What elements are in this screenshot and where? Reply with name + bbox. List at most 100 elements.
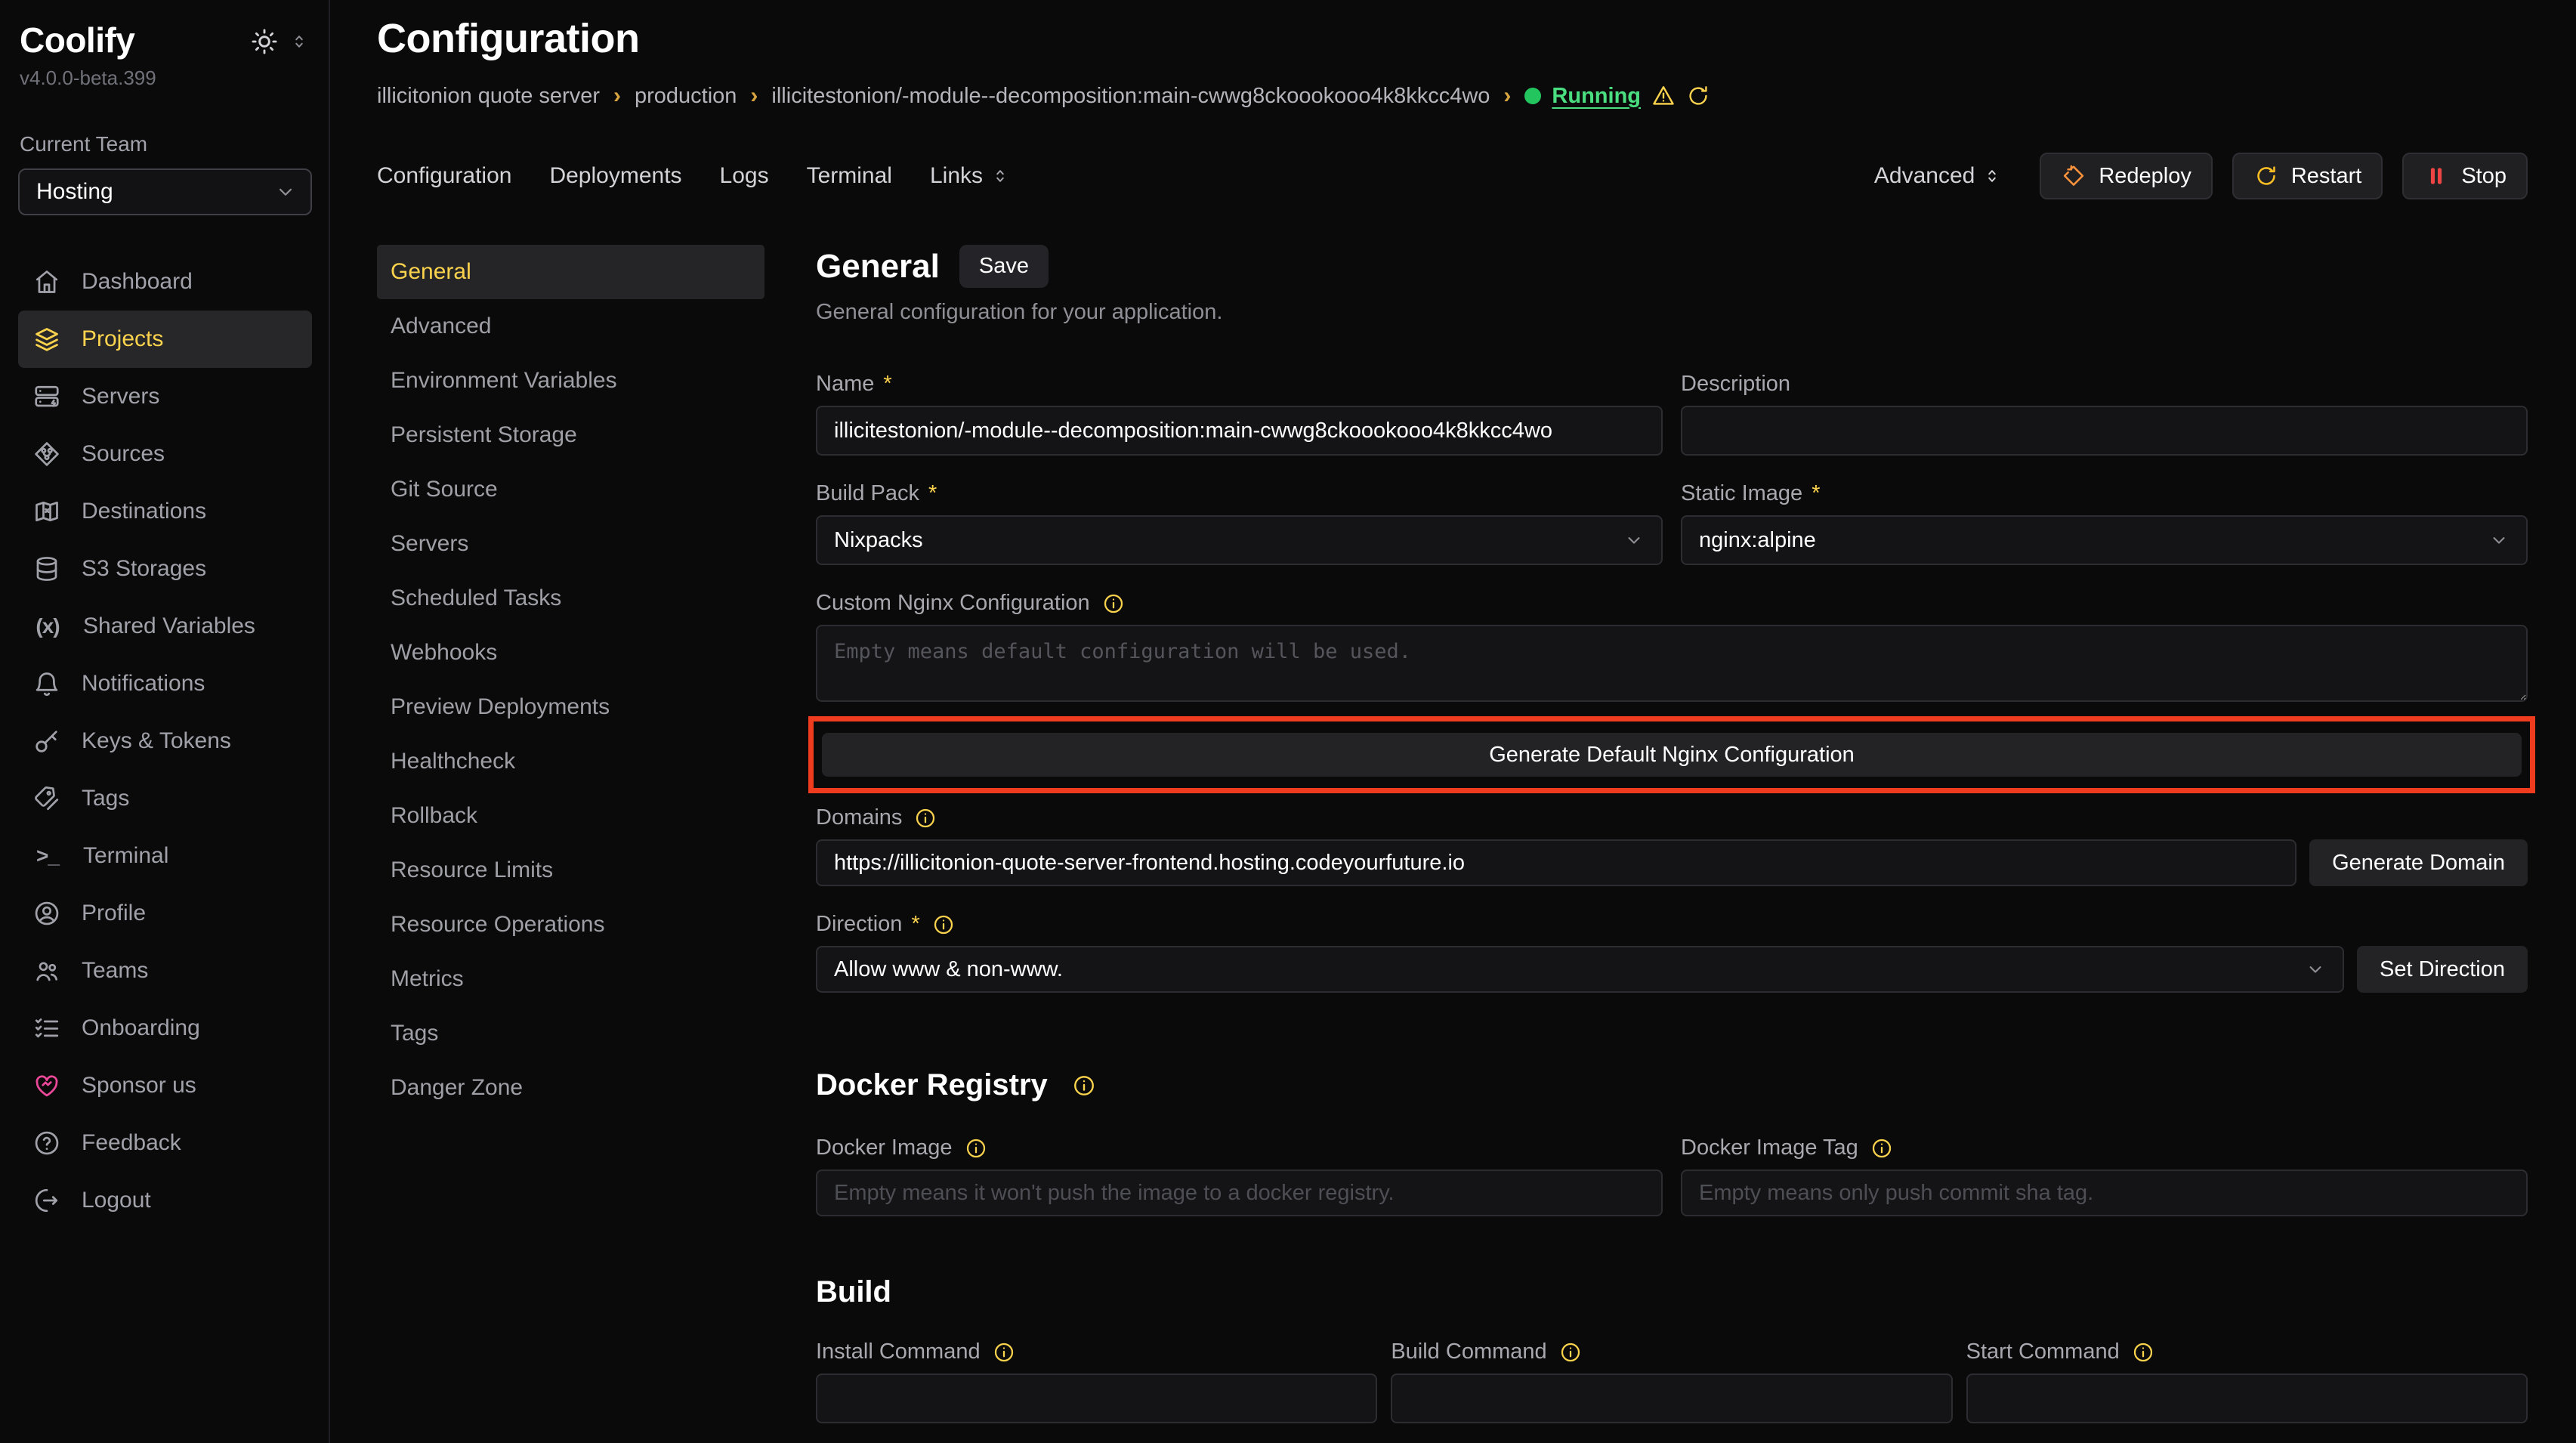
- team-select[interactable]: Hosting: [18, 168, 312, 215]
- static-image-select[interactable]: nginx:alpine: [1681, 515, 2528, 565]
- subnav-item-scheduled-tasks[interactable]: Scheduled Tasks: [377, 571, 764, 626]
- build-command-input[interactable]: [1391, 1373, 1952, 1423]
- build-pack-label: Build Pack: [816, 481, 919, 506]
- info-icon[interactable]: [2132, 1341, 2154, 1364]
- sidebar-item-sponsor-us[interactable]: Sponsor us: [18, 1057, 312, 1114]
- breadcrumb-application[interactable]: illicitestonion/-module--decomposition:m…: [771, 84, 1490, 109]
- breadcrumb-environment[interactable]: production: [635, 84, 737, 109]
- general-form: General Save General configuration for y…: [816, 245, 2528, 1443]
- theme-selector-icon[interactable]: [289, 32, 309, 51]
- subnav-item-rollback[interactable]: Rollback: [377, 789, 764, 843]
- tab-deployments[interactable]: Deployments: [549, 163, 681, 189]
- info-icon[interactable]: [1559, 1341, 1582, 1364]
- subnav-item-resource-limits[interactable]: Resource Limits: [377, 843, 764, 898]
- checklist-icon: [33, 1015, 60, 1042]
- domains-input[interactable]: [816, 839, 2296, 886]
- docker-image-input[interactable]: [816, 1170, 1663, 1216]
- sidebar-item-s3-storages[interactable]: S3 Storages: [18, 540, 312, 598]
- info-icon[interactable]: [1870, 1137, 1893, 1160]
- sidebar-item-tags[interactable]: Tags: [18, 770, 312, 827]
- redeploy-button[interactable]: Redeploy: [2040, 153, 2213, 199]
- section-heading-general: General: [816, 248, 940, 286]
- name-input[interactable]: [816, 406, 1663, 456]
- subnav-item-general[interactable]: General: [377, 245, 764, 299]
- restart-button[interactable]: Restart: [2232, 153, 2383, 199]
- info-icon[interactable]: [914, 807, 937, 830]
- generate-nginx-config-button[interactable]: Generate Default Nginx Configuration: [822, 733, 2522, 777]
- sidebar-item-profile[interactable]: Profile: [18, 885, 312, 942]
- sidebar-item-feedback[interactable]: Feedback: [18, 1114, 312, 1172]
- save-button[interactable]: Save: [959, 245, 1049, 288]
- info-icon[interactable]: [965, 1137, 987, 1160]
- subnav-item-persistent-storage[interactable]: Persistent Storage: [377, 408, 764, 462]
- subnav-item-git-source[interactable]: Git Source: [377, 462, 764, 517]
- refresh-icon[interactable]: [1686, 84, 1710, 108]
- set-direction-button[interactable]: Set Direction: [2357, 946, 2528, 993]
- subnav-item-preview-deployments[interactable]: Preview Deployments: [377, 680, 764, 734]
- sidebar-item-servers[interactable]: Servers: [18, 368, 312, 425]
- docker-image-tag-input[interactable]: [1681, 1170, 2528, 1216]
- sidebar-item-dashboard[interactable]: Dashboard: [18, 253, 312, 311]
- status-badge[interactable]: Running: [1552, 84, 1641, 109]
- subnav-item-danger-zone[interactable]: Danger Zone: [377, 1061, 764, 1115]
- info-icon[interactable]: [932, 913, 955, 936]
- sidebar-item-destinations[interactable]: Destinations: [18, 483, 312, 540]
- domains-label: Domains: [816, 805, 902, 830]
- generate-domain-button[interactable]: Generate Domain: [2309, 839, 2528, 886]
- breadcrumb-project[interactable]: illicitonion quote server: [377, 84, 600, 109]
- start-command-input[interactable]: [1966, 1373, 2528, 1423]
- sidebar-item-sources[interactable]: Sources: [18, 425, 312, 483]
- description-input[interactable]: [1681, 406, 2528, 456]
- sidebar-item-shared-variables[interactable]: (x) Shared Variables: [18, 598, 312, 655]
- chevrons-up-down-icon: [1982, 166, 2002, 186]
- chevrons-up-down-icon: [990, 166, 1010, 186]
- theme-sun-icon[interactable]: [250, 27, 279, 56]
- subnav-item-healthcheck[interactable]: Healthcheck: [377, 734, 764, 789]
- heart-icon: [33, 1072, 60, 1099]
- breadcrumb-separator: ›: [750, 83, 758, 109]
- main-content: Configuration illicitonion quote server …: [330, 0, 2576, 1443]
- sidebar-item-terminal[interactable]: >_ Terminal: [18, 827, 312, 885]
- sidebar-item-keys-tokens[interactable]: Keys & Tokens: [18, 712, 312, 770]
- section-heading-build: Build: [816, 1275, 891, 1309]
- stop-button[interactable]: Stop: [2402, 153, 2528, 199]
- logout-icon: [33, 1187, 60, 1214]
- subnav-item-metrics[interactable]: Metrics: [377, 952, 764, 1006]
- install-command-field-group: Install Command: [816, 1339, 1377, 1423]
- direction-select[interactable]: Allow www & non-www.: [816, 946, 2344, 993]
- build-pack-select[interactable]: Nixpacks: [816, 515, 1663, 565]
- static-image-field-group: Static Image * nginx:alpine: [1681, 481, 2528, 565]
- subnav-item-tags[interactable]: Tags: [377, 1006, 764, 1061]
- info-icon[interactable]: [993, 1341, 1015, 1364]
- sidebar-item-teams[interactable]: Teams: [18, 942, 312, 1000]
- docker-image-tag-field-group: Docker Image Tag: [1681, 1136, 2528, 1216]
- app-logo[interactable]: Coolify: [20, 20, 134, 60]
- git-source-icon: [33, 440, 60, 468]
- info-icon[interactable]: [1072, 1074, 1096, 1098]
- sidebar-item-notifications[interactable]: Notifications: [18, 655, 312, 712]
- framework-docs-link[interactable]: Framework Specific Docs: [1385, 1440, 1625, 1443]
- sidebar-item-onboarding[interactable]: Onboarding: [18, 1000, 312, 1057]
- subnav-item-webhooks[interactable]: Webhooks: [377, 626, 764, 680]
- tab-links[interactable]: Links: [930, 163, 1010, 189]
- name-field-group: Name *: [816, 372, 1663, 456]
- subnav-item-environment-variables[interactable]: Environment Variables: [377, 354, 764, 408]
- annotation-highlight-rectangle: Generate Default Nginx Configuration: [808, 716, 2535, 793]
- subnav-item-advanced[interactable]: Advanced: [377, 299, 764, 354]
- subnav-item-servers[interactable]: Servers: [377, 517, 764, 571]
- advanced-dropdown[interactable]: Advanced: [1874, 163, 2002, 189]
- tab-terminal[interactable]: Terminal: [807, 163, 892, 189]
- tab-logs[interactable]: Logs: [720, 163, 769, 189]
- install-command-input[interactable]: [816, 1373, 1377, 1423]
- subnav-item-resource-operations[interactable]: Resource Operations: [377, 898, 764, 952]
- direction-field-group: Direction * Allow www & non-www. Set Dir…: [816, 912, 2528, 993]
- breadcrumb-separator: ›: [613, 83, 621, 109]
- info-icon[interactable]: [1102, 592, 1125, 615]
- tab-configuration[interactable]: Configuration: [377, 163, 511, 189]
- key-icon: [33, 728, 60, 755]
- docker-image-label: Docker Image: [816, 1136, 953, 1160]
- nginx-config-textarea[interactable]: [816, 625, 2528, 702]
- sidebar-item-logout[interactable]: Logout: [18, 1172, 312, 1229]
- warning-icon[interactable]: [1651, 84, 1676, 108]
- sidebar-item-projects[interactable]: Projects: [18, 311, 312, 368]
